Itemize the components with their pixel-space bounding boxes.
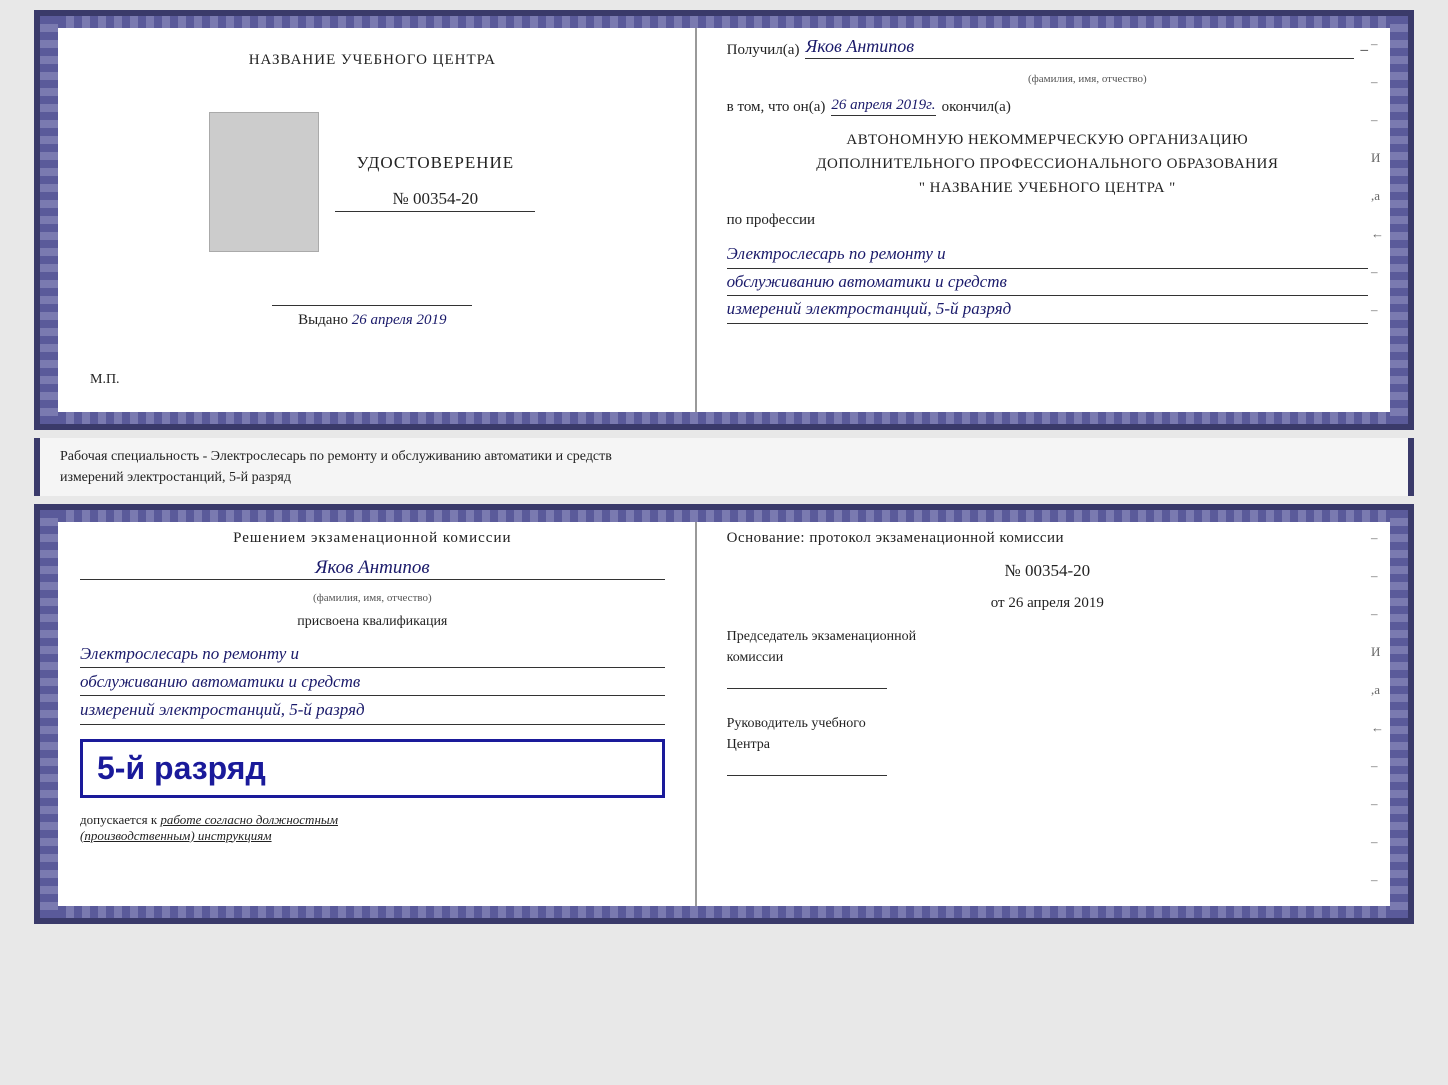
photo-placeholder <box>209 112 319 252</box>
rank-badge: 5-й разряд <box>80 739 665 798</box>
vtom-label: в том, что он(а) <box>727 99 826 116</box>
predsedatel-sign-line <box>727 688 887 689</box>
osnovanie-title: Основание: протокол экзаменационной коми… <box>727 530 1368 547</box>
udostoverenie-title: УДОСТОВЕРЕНИЕ <box>356 153 514 173</box>
org-block: АВТОНОМНУЮ НЕКОММЕРЧЕСКУЮ ОРГАНИЗАЦИЮ ДО… <box>727 128 1368 200</box>
vydano-date: 26 апреля 2019 <box>352 312 447 328</box>
protokol-date-value: 26 апреля 2019 <box>1008 595 1104 611</box>
info-bar-line1: Рабочая специальность - Электрослесарь п… <box>60 446 1388 467</box>
kommissii-label: комиссии <box>727 647 1368 668</box>
po-professii: по профессии <box>727 212 1368 229</box>
dopuskaetsya-work2: (производственным) инструкциям <box>80 828 272 843</box>
vtom-date: 26 апреля 2019г. <box>831 97 935 116</box>
cert-bottom-left: Решением экзаменационной комиссии Яков А… <box>40 510 697 918</box>
poluchil-label: Получил(а) <box>727 42 800 59</box>
dopuskaetsya: допускается к работе согласно должностны… <box>80 812 665 844</box>
cert-bottom-right: Основание: протокол экзаменационной коми… <box>697 510 1408 918</box>
vydano-line: Выдано 26 апреля 2019 <box>272 312 472 329</box>
predsedatel-block: Председатель экзаменационной комиссии <box>727 626 1368 689</box>
fio-hint-bottom: (фамилия, имя, отчество) <box>80 592 665 604</box>
org-line2: ДОПОЛНИТЕЛЬНОГО ПРОФЕССИОНАЛЬНОГО ОБРАЗО… <box>727 152 1368 176</box>
rukovoditel-block: Руководитель учебного Центра <box>727 713 1368 776</box>
vtom-line: в том, что он(а) 26 апреля 2019г. окончи… <box>727 97 1368 116</box>
yakov-name-bottom: Яков Антипов <box>80 557 665 580</box>
predsedatel-label: Председатель экзаменационной <box>727 626 1368 647</box>
prisvoena-label: присвоена квалификация <box>80 614 665 630</box>
info-bar: Рабочая специальность - Электрослесарь п… <box>34 438 1414 496</box>
org-quotes: " НАЗВАНИЕ УЧЕБНОГО ЦЕНТРА " <box>727 176 1368 200</box>
cert-number-top: № 00354-20 <box>335 189 535 212</box>
okonchil-label: окончил(а) <box>942 99 1011 116</box>
tsentra-label: Центра <box>727 734 1368 755</box>
resheniem-title: Решением экзаменационной комиссии <box>80 530 665 547</box>
right-dashes-top: –––И,а←–– <box>1371 36 1384 318</box>
qual-line3: измерений электростанций, 5-й разряд <box>80 696 665 724</box>
info-bar-line2: измерений электростанций, 5-й разряд <box>60 467 1388 488</box>
dopuskaetsya-work: работе согласно должностным <box>160 812 338 827</box>
cert-top: НАЗВАНИЕ УЧЕБНОГО ЦЕНТРА УДОСТОВЕРЕНИЕ №… <box>34 10 1414 430</box>
fio-hint-top: (фамилия, имя, отчество) <box>807 73 1368 85</box>
rukovoditel-sign-line <box>727 775 887 776</box>
cert-top-left: НАЗВАНИЕ УЧЕБНОГО ЦЕНТРА УДОСТОВЕРЕНИЕ №… <box>40 16 697 424</box>
profession-line3: измерений электростанций, 5-й разряд <box>727 296 1368 324</box>
qualification-text: Электрослесарь по ремонту и обслуживанию… <box>80 640 665 725</box>
org-line1: АВТОНОМНУЮ НЕКОММЕРЧЕСКУЮ ОРГАНИЗАЦИЮ <box>727 128 1368 152</box>
qual-line2: обслуживанию автоматики и средств <box>80 668 665 696</box>
protokol-date: от 26 апреля 2019 <box>727 595 1368 612</box>
cert-top-right: Получил(а) Яков Антипов – (фамилия, имя,… <box>697 16 1408 424</box>
profession-text: Электрослесарь по ремонту и обслуживанию… <box>727 241 1368 324</box>
profession-line1: Электрослесарь по ремонту и <box>727 241 1368 269</box>
center-title: НАЗВАНИЕ УЧЕБНОГО ЦЕНТРА <box>249 52 496 69</box>
recipient-name: Яков Антипов <box>805 36 1354 59</box>
poluchil-line: Получил(а) Яков Антипов – <box>727 36 1368 59</box>
profession-line2: обслуживанию автоматики и средств <box>727 269 1368 297</box>
mp-label: М.П. <box>80 372 120 388</box>
qual-line1: Электрослесарь по ремонту и <box>80 640 665 668</box>
protokol-number: № 00354-20 <box>727 561 1368 581</box>
cert-bottom: Решением экзаменационной комиссии Яков А… <box>34 504 1414 924</box>
rukovoditel-label: Руководитель учебного <box>727 713 1368 734</box>
right-dashes-bottom: –––И,а←–––– <box>1371 530 1384 888</box>
document-wrapper: НАЗВАНИЕ УЧЕБНОГО ЦЕНТРА УДОСТОВЕРЕНИЕ №… <box>34 10 1414 924</box>
